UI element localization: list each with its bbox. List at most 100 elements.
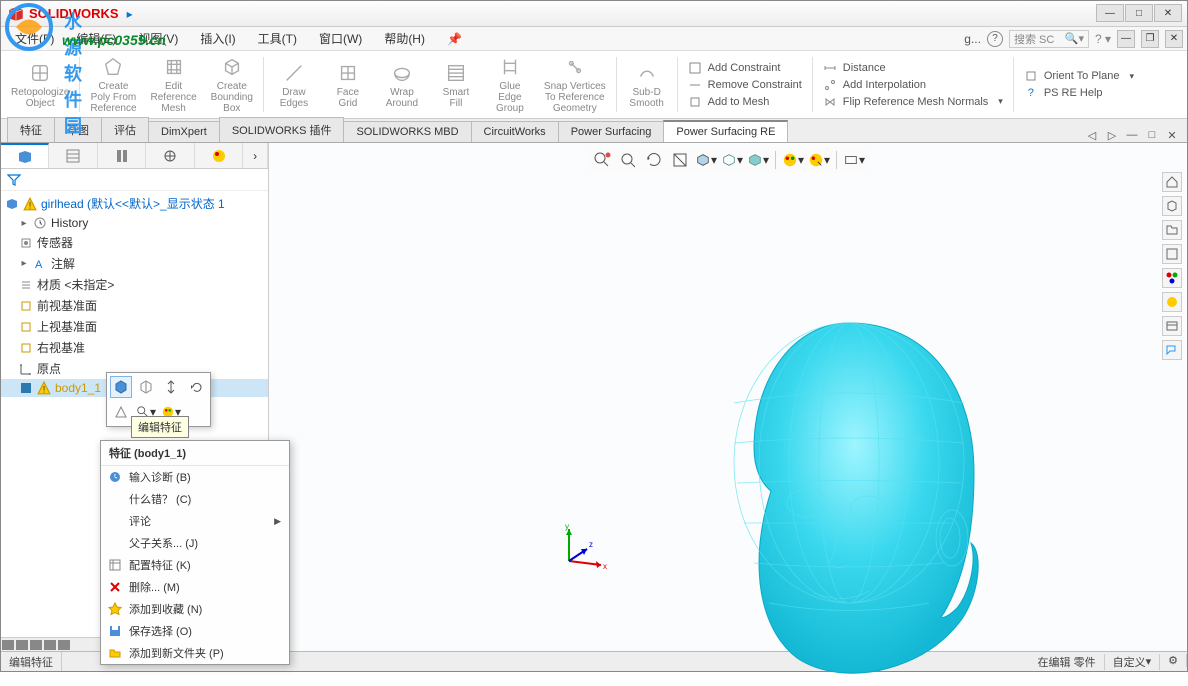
taskpane-explorer-icon[interactable]: [1162, 244, 1182, 264]
new-icon[interactable]: ▸: [127, 7, 141, 21]
tree-top-plane[interactable]: 上视基准面: [1, 316, 268, 337]
ctx-rollback-icon[interactable]: [160, 376, 182, 398]
maximize-button[interactable]: □: [1125, 4, 1153, 22]
tab-prev-icon[interactable]: ◁: [1085, 128, 1099, 142]
tab-dimxpert[interactable]: DimXpert: [148, 121, 220, 142]
vp-zoom-area-icon[interactable]: [617, 149, 639, 171]
edit-mesh-button[interactable]: EditReferenceMesh: [145, 53, 203, 116]
tree-material[interactable]: 材质 <未指定>: [1, 274, 268, 295]
filter-icon[interactable]: [1, 169, 268, 191]
vp-hide-show-icon[interactable]: ▾: [843, 149, 865, 171]
taskpane-library-icon[interactable]: [1162, 220, 1182, 240]
add-constraint-button[interactable]: Add Constraint: [688, 60, 802, 76]
snap-vertices-button[interactable]: Snap VerticesTo ReferenceGeometry: [538, 53, 612, 116]
taskpane-resources-icon[interactable]: [1162, 196, 1182, 216]
ps-re-help-button[interactable]: ?PS RE Help: [1024, 85, 1134, 101]
taskpane-properties-icon[interactable]: [1162, 316, 1182, 336]
ctx-save-selection[interactable]: 保存选择 (O): [101, 620, 289, 642]
vp-scene-icon[interactable]: ▾: [747, 149, 769, 171]
add-interpolation-button[interactable]: Add Interpolation: [823, 77, 1003, 93]
close-button[interactable]: ✕: [1154, 4, 1182, 22]
taskpane-forum-icon[interactable]: [1162, 340, 1182, 360]
sb-tab-display[interactable]: [195, 143, 243, 168]
tab-mbd[interactable]: SOLIDWORKS MBD: [343, 121, 471, 142]
tab-power-surfacing[interactable]: Power Surfacing: [558, 121, 665, 142]
help-dropdown[interactable]: ? ▾: [1095, 32, 1111, 46]
menu-tools[interactable]: 工具(T): [248, 28, 307, 49]
tab-evaluate[interactable]: 评估: [101, 117, 149, 142]
sb-tab-config[interactable]: [98, 143, 146, 168]
create-poly-button[interactable]: CreatePoly FromReference: [84, 53, 142, 116]
ctx-edit-feature-icon[interactable]: [110, 376, 132, 398]
ctx-undo-icon[interactable]: [185, 376, 207, 398]
tab-feature[interactable]: 特征: [7, 117, 55, 142]
menu-pin-icon[interactable]: 📌: [437, 30, 472, 48]
menu-edit[interactable]: 编辑(E): [66, 28, 126, 49]
tree-right-plane[interactable]: 右视基准: [1, 337, 268, 358]
help-icon[interactable]: ?: [987, 31, 1003, 47]
tab-sketch[interactable]: 草图: [54, 117, 102, 142]
vp-edit-appearance-icon[interactable]: ▾: [808, 149, 830, 171]
tab-power-surfacing-re[interactable]: Power Surfacing RE: [663, 120, 788, 142]
sb-tab-more[interactable]: ›: [243, 143, 268, 168]
tree-root[interactable]: ! girlhead (默认<<默认>_显示状态 1: [1, 193, 268, 214]
tab-addins[interactable]: SOLIDWORKS 插件: [219, 117, 345, 142]
sb-tab-property[interactable]: [49, 143, 97, 168]
orient-plane-button[interactable]: Orient To Plane▾: [1024, 68, 1134, 84]
ctx-whats-wrong[interactable]: 什么错？ (C): [101, 488, 289, 510]
tab-max-icon[interactable]: □: [1145, 128, 1159, 142]
wrap-around-button[interactable]: WrapAround: [376, 53, 428, 116]
draw-edges-button[interactable]: DrawEdges: [268, 53, 320, 116]
ctx-diagnose[interactable]: 输入诊断 (B): [101, 466, 289, 488]
taskpane-appearance-icon[interactable]: [1162, 292, 1182, 312]
ctx-delete[interactable]: 删除... (M): [101, 576, 289, 598]
vp-prev-view-icon[interactable]: [643, 149, 665, 171]
tab-min-icon[interactable]: —: [1125, 128, 1139, 142]
ctx-configure[interactable]: 配置特征 (K): [101, 554, 289, 576]
inner-minimize[interactable]: —: [1117, 30, 1135, 48]
flip-normals-button[interactable]: Flip Reference Mesh Normals▾: [823, 94, 1003, 110]
status-custom[interactable]: 自定义 ▾: [1105, 654, 1161, 670]
taskpane-view-icon[interactable]: [1162, 268, 1182, 288]
subd-smooth-button[interactable]: Sub-DSmooth: [621, 53, 673, 116]
ctx-insert-icon[interactable]: [135, 376, 157, 398]
taskpane-home-icon[interactable]: [1162, 172, 1182, 192]
menu-window[interactable]: 窗口(W): [309, 28, 372, 49]
ctx-parent-child[interactable]: 父子关系... (J): [101, 532, 289, 554]
smart-fill-button[interactable]: SmartFill: [430, 53, 482, 116]
sb-tab-feature[interactable]: [1, 143, 49, 168]
3d-viewport[interactable]: ▾ ▾ ▾ ▾ ▾ ▾: [269, 143, 1187, 651]
glue-edge-button[interactable]: GlueEdgeGroup: [484, 53, 536, 116]
minimize-button[interactable]: —: [1096, 4, 1124, 22]
ctx-favorites[interactable]: 添加到收藏 (N): [101, 598, 289, 620]
inner-restore[interactable]: ❐: [1141, 30, 1159, 48]
tab-next-icon[interactable]: ▷: [1105, 128, 1119, 142]
remove-constraint-button[interactable]: Remove Constraint: [688, 77, 802, 93]
search-input[interactable]: 搜索 SC🔍▾: [1009, 30, 1089, 48]
distance-button[interactable]: Distance: [823, 60, 1003, 76]
face-grid-button[interactable]: FaceGrid: [322, 53, 374, 116]
inner-close[interactable]: ✕: [1165, 30, 1183, 48]
ctx-comments[interactable]: 评论▶: [101, 510, 289, 532]
menu-file[interactable]: 文件(F): [5, 28, 64, 49]
vp-section-icon[interactable]: [669, 149, 691, 171]
menu-help[interactable]: 帮助(H): [374, 28, 435, 49]
tree-sensors[interactable]: 传感器: [1, 232, 268, 253]
bounding-box-button[interactable]: CreateBoundingBox: [205, 53, 259, 116]
ctx-normal-icon[interactable]: [110, 401, 132, 423]
tab-circuitworks[interactable]: CircuitWorks: [471, 121, 559, 142]
menu-insert[interactable]: 插入(I): [190, 28, 245, 49]
status-options-icon[interactable]: ⚙: [1160, 654, 1187, 667]
vp-display-icon[interactable]: ▾: [721, 149, 743, 171]
tree-front-plane[interactable]: 前视基准面: [1, 295, 268, 316]
vp-zoom-fit-icon[interactable]: [591, 149, 613, 171]
vp-appearance-icon[interactable]: ▾: [782, 149, 804, 171]
tree-annotations[interactable]: ▸A注解: [1, 253, 268, 274]
retopologize-button[interactable]: RetopologizeObject: [5, 53, 75, 116]
menu-view[interactable]: 视图(V): [128, 28, 188, 49]
tab-close-icon[interactable]: ✕: [1165, 128, 1179, 142]
sb-tab-dimxpert[interactable]: [146, 143, 194, 168]
add-to-mesh-button[interactable]: Add to Mesh: [688, 94, 802, 110]
vp-orient-icon[interactable]: ▾: [695, 149, 717, 171]
ctx-new-folder[interactable]: 添加到新文件夹 (P): [101, 642, 289, 664]
